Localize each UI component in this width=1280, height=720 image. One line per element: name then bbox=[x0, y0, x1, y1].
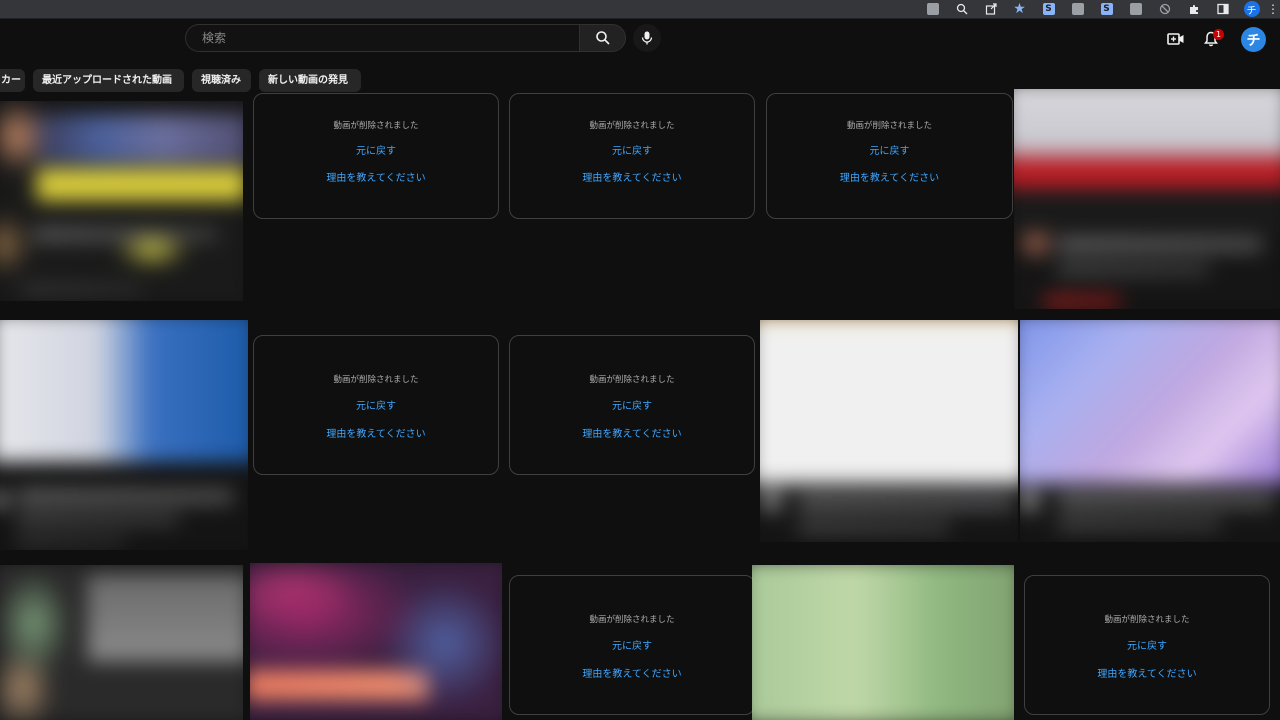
search-icon bbox=[595, 31, 610, 45]
avatar[interactable]: チ bbox=[1241, 27, 1266, 52]
masthead: 1 チ bbox=[0, 19, 1280, 59]
notification-badge: 1 bbox=[1213, 29, 1224, 40]
chip-watched[interactable]: 視聴済み bbox=[192, 69, 251, 92]
extension-icon[interactable] bbox=[1121, 0, 1150, 18]
removed-message: 動画が削除されました bbox=[589, 615, 675, 625]
video-card-blurred[interactable] bbox=[250, 563, 502, 720]
video-card-blurred[interactable] bbox=[760, 320, 1018, 542]
removed-video-card: 動画が削除されました 元に戻す 理由を教えてください bbox=[509, 575, 755, 715]
chip-recently-uploaded[interactable]: 最近アップロードされた動画 bbox=[33, 69, 184, 92]
removed-video-card: 動画が削除されました 元に戻す 理由を教えてください bbox=[509, 93, 755, 219]
search-box[interactable] bbox=[185, 24, 579, 52]
removed-video-card: 動画が削除されました 元に戻す 理由を教えてください bbox=[253, 335, 499, 475]
undo-link[interactable]: 元に戻す bbox=[1025, 637, 1269, 652]
star-icon[interactable]: ★ bbox=[1005, 0, 1034, 18]
video-thumbnail bbox=[0, 101, 243, 301]
video-card-blurred[interactable] bbox=[1014, 89, 1280, 309]
blocked-icon[interactable] bbox=[1150, 0, 1179, 18]
sidepanel-icon[interactable] bbox=[1208, 0, 1237, 18]
search-input[interactable] bbox=[200, 30, 579, 46]
video-thumbnail bbox=[250, 563, 502, 720]
browser-extension-icons: ★ S S チ ⋮ bbox=[918, 0, 1280, 18]
removed-message: 動画が削除されました bbox=[1104, 615, 1190, 625]
video-thumbnail bbox=[760, 320, 1018, 542]
video-card-blurred[interactable] bbox=[0, 320, 248, 550]
removed-message: 動画が削除されました bbox=[589, 121, 675, 131]
tell-us-why-link[interactable]: 理由を教えてください bbox=[254, 169, 498, 184]
video-card-blurred[interactable] bbox=[752, 565, 1014, 720]
video-thumbnail bbox=[1014, 89, 1280, 309]
removed-video-card: 動画が削除されました 元に戻す 理由を教えてください bbox=[509, 335, 755, 475]
undo-link[interactable]: 元に戻す bbox=[254, 142, 498, 157]
video-thumbnail bbox=[0, 565, 243, 720]
menu-icon[interactable]: ⋮ bbox=[1266, 0, 1280, 18]
removed-message: 動画が削除されました bbox=[589, 375, 675, 385]
undo-link[interactable]: 元に戻す bbox=[767, 142, 1012, 157]
zoom-icon[interactable] bbox=[947, 0, 976, 18]
puzzle-icon[interactable] bbox=[1179, 0, 1208, 18]
tell-us-why-link[interactable]: 理由を教えてください bbox=[1025, 665, 1269, 680]
removed-video-card: 動画が削除されました 元に戻す 理由を教えてください bbox=[1024, 575, 1270, 715]
video-thumbnail bbox=[752, 565, 1014, 720]
removed-video-card: 動画が削除されました 元に戻す 理由を教えてください bbox=[253, 93, 499, 219]
video-card-blurred[interactable] bbox=[0, 565, 243, 720]
mic-icon bbox=[641, 31, 653, 45]
removed-message: 動画が削除されました bbox=[846, 121, 932, 131]
video-card-blurred[interactable] bbox=[1020, 320, 1280, 542]
video-thumbnail bbox=[0, 320, 248, 550]
voice-search-button[interactable] bbox=[633, 24, 661, 52]
chip-partial[interactable]: カー bbox=[0, 69, 25, 92]
s-extension-icon[interactable]: S bbox=[1092, 0, 1121, 18]
create-button[interactable] bbox=[1165, 28, 1187, 50]
undo-link[interactable]: 元に戻す bbox=[510, 637, 754, 652]
profile-icon[interactable]: チ bbox=[1237, 0, 1266, 18]
removed-message: 動画が削除されました bbox=[333, 375, 419, 385]
s-extension-icon[interactable]: S bbox=[1034, 0, 1063, 18]
undo-link[interactable]: 元に戻す bbox=[254, 397, 498, 412]
create-icon bbox=[1167, 33, 1184, 45]
media-icon[interactable] bbox=[1063, 0, 1092, 18]
tell-us-why-link[interactable]: 理由を教えてください bbox=[767, 169, 1012, 184]
undo-link[interactable]: 元に戻す bbox=[510, 142, 754, 157]
tell-us-why-link[interactable]: 理由を教えてください bbox=[510, 169, 754, 184]
undo-link[interactable]: 元に戻す bbox=[510, 397, 754, 412]
tell-us-why-link[interactable]: 理由を教えてください bbox=[510, 665, 754, 680]
browser-toolbar: ★ S S チ ⋮ bbox=[0, 0, 1280, 19]
removed-message: 動画が削除されました bbox=[333, 121, 419, 131]
search-button[interactable] bbox=[579, 24, 626, 52]
extension-icon[interactable] bbox=[918, 0, 947, 18]
share-icon[interactable] bbox=[976, 0, 1005, 18]
removed-video-card: 動画が削除されました 元に戻す 理由を教えてください bbox=[766, 93, 1013, 219]
tell-us-why-link[interactable]: 理由を教えてください bbox=[254, 425, 498, 440]
tell-us-why-link[interactable]: 理由を教えてください bbox=[510, 425, 754, 440]
video-card-blurred[interactable] bbox=[0, 101, 243, 301]
video-thumbnail bbox=[1020, 320, 1280, 542]
chip-new-to-you[interactable]: 新しい動画の発見 bbox=[259, 69, 361, 92]
